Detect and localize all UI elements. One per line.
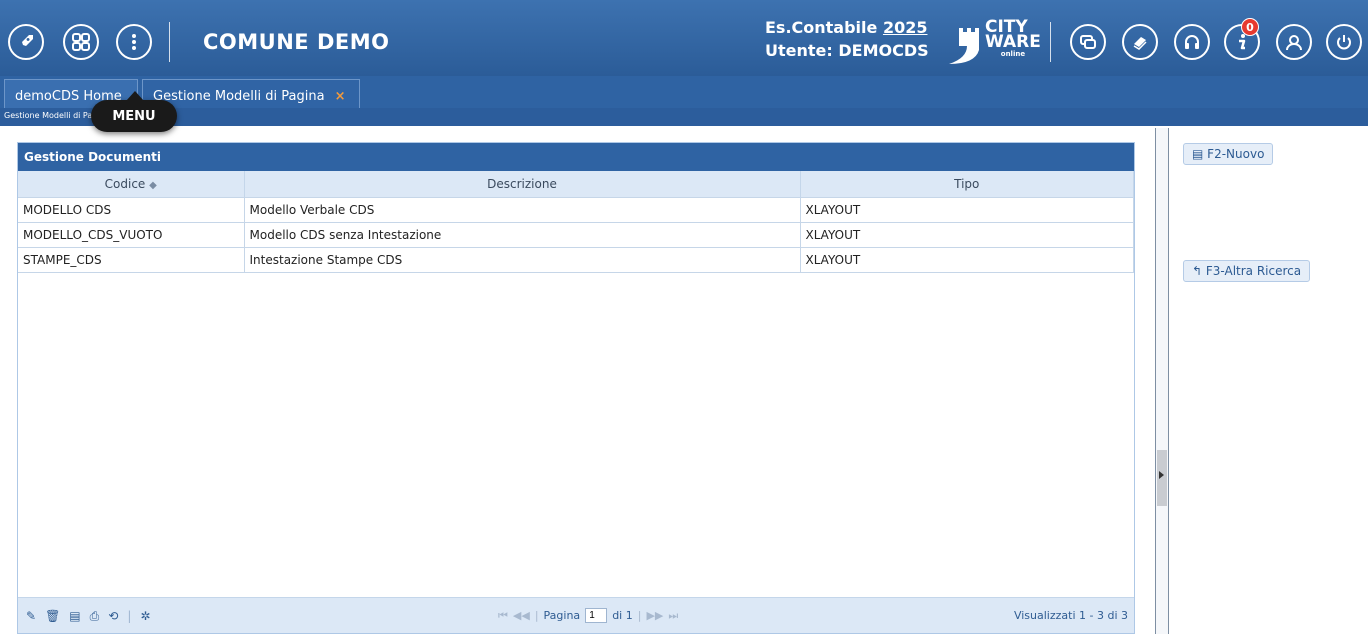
close-tab-icon[interactable]: ×	[335, 89, 346, 104]
sort-icon[interactable]: ◆	[149, 180, 157, 191]
back-arrow-icon: ↰	[1192, 264, 1203, 278]
windows-icon[interactable]	[1070, 24, 1106, 60]
breadcrumb: Gestione Modelli di Pagina	[0, 108, 1368, 126]
apps-grid-icon[interactable]	[63, 24, 99, 60]
tab-bar: demoCDS Home Gestione Modelli di Pagina ×	[0, 76, 1368, 110]
table-row[interactable]: MODELLO_CDS_VUOTO Modello CDS senza Inte…	[18, 221, 1134, 248]
column-header-descrizione[interactable]: Descrizione	[244, 171, 801, 197]
records-count: Visualizzati 1 - 3 di 3	[1013, 609, 1128, 622]
other-search-button[interactable]: ↰ F3-Altra Ricerca	[1183, 260, 1311, 282]
excel-icon[interactable]: ▤	[69, 609, 80, 624]
grid-title: Gestione Documenti	[18, 143, 1134, 171]
column-header-codice[interactable]: Codice ◆	[18, 171, 245, 197]
tab-gestione-modelli-label: Gestione Modelli di Pagina	[153, 89, 325, 104]
power-icon[interactable]	[1326, 24, 1362, 60]
notification-badge[interactable]: 0	[1241, 18, 1259, 36]
header-separator	[169, 22, 170, 62]
page-input[interactable]	[585, 608, 608, 623]
cell-codice: MODELLO CDS	[18, 196, 245, 223]
grid-footer: ✎ 🗑 ▤ ⎙ ⟲ | ✲ ⏮ ◀◀ | Pagina di 1 | ▶▶ ⏭ …	[18, 597, 1134, 633]
table-row[interactable]: STAMPE_CDS Intestazione Stampe CDS XLAYO…	[18, 246, 1134, 273]
tab-gestione-modelli[interactable]: Gestione Modelli di Pagina ×	[142, 79, 360, 109]
delete-icon[interactable]: 🗑	[45, 609, 60, 624]
app-title: COMUNE DEMO	[203, 30, 390, 54]
first-page-icon[interactable]: ⏮	[498, 609, 508, 623]
es-year-link[interactable]: 2025	[883, 18, 928, 37]
cell-descrizione: Intestazione Stampe CDS	[244, 246, 801, 273]
pager: ⏮ ◀◀ | Pagina di 1 | ▶▶ ⏭	[498, 608, 678, 623]
print-icon[interactable]: ⎙	[90, 609, 100, 624]
info-dots-icon[interactable]	[116, 24, 152, 60]
next-page-icon[interactable]: ▶▶	[646, 609, 663, 622]
page-label: Pagina	[543, 609, 581, 622]
menu-tooltip: MENU	[91, 91, 177, 132]
cell-tipo: XLAYOUT	[800, 246, 1134, 273]
table-row[interactable]: MODELLO CDS Modello Verbale CDS XLAYOUT	[18, 196, 1134, 223]
last-page-icon[interactable]: ⏭	[668, 609, 678, 623]
top-bar: COMUNE DEMO Es.Contabile 2025 Utente: DE…	[0, 0, 1368, 76]
cell-descrizione: Modello CDS senza Intestazione	[244, 221, 801, 248]
user-icon[interactable]	[1276, 24, 1312, 60]
settings-icon[interactable]: ✲	[140, 609, 150, 624]
cell-codice: MODELLO_CDS_VUOTO	[18, 221, 245, 248]
panel-splitter[interactable]	[1155, 128, 1169, 634]
cell-codice: STAMPE_CDS	[18, 246, 245, 273]
headset-icon[interactable]	[1174, 24, 1210, 60]
rocket-icon[interactable]	[8, 24, 44, 60]
page-total: di 1	[612, 609, 633, 622]
cell-descrizione: Modello Verbale CDS	[244, 196, 801, 223]
cell-tipo: XLAYOUT	[800, 196, 1134, 223]
documents-table: Codice ◆ Descrizione Tipo MODELLO CDS Mo…	[18, 171, 1134, 273]
es-label: Es.Contabile	[765, 18, 878, 37]
accounting-info: Es.Contabile 2025 Utente: DEMOCDS	[765, 16, 929, 62]
prev-page-icon[interactable]: ◀◀	[513, 609, 530, 622]
new-button[interactable]: ▤ F2-Nuovo	[1183, 143, 1274, 165]
column-header-tipo[interactable]: Tipo	[800, 171, 1134, 197]
cell-tipo: XLAYOUT	[800, 221, 1134, 248]
user-label: Utente: DEMOCDS	[765, 41, 929, 60]
expand-arrow-icon[interactable]	[1159, 471, 1164, 479]
refresh-icon[interactable]: ⟲	[108, 609, 118, 624]
documents-grid: Gestione Documenti Codice ◆ Descrizione …	[17, 142, 1135, 634]
book-icon[interactable]	[1122, 24, 1158, 60]
cityware-logo: CITY WARE online	[945, 18, 1041, 64]
document-icon: ▤	[1192, 147, 1204, 161]
edit-icon[interactable]: ✎	[26, 609, 36, 624]
